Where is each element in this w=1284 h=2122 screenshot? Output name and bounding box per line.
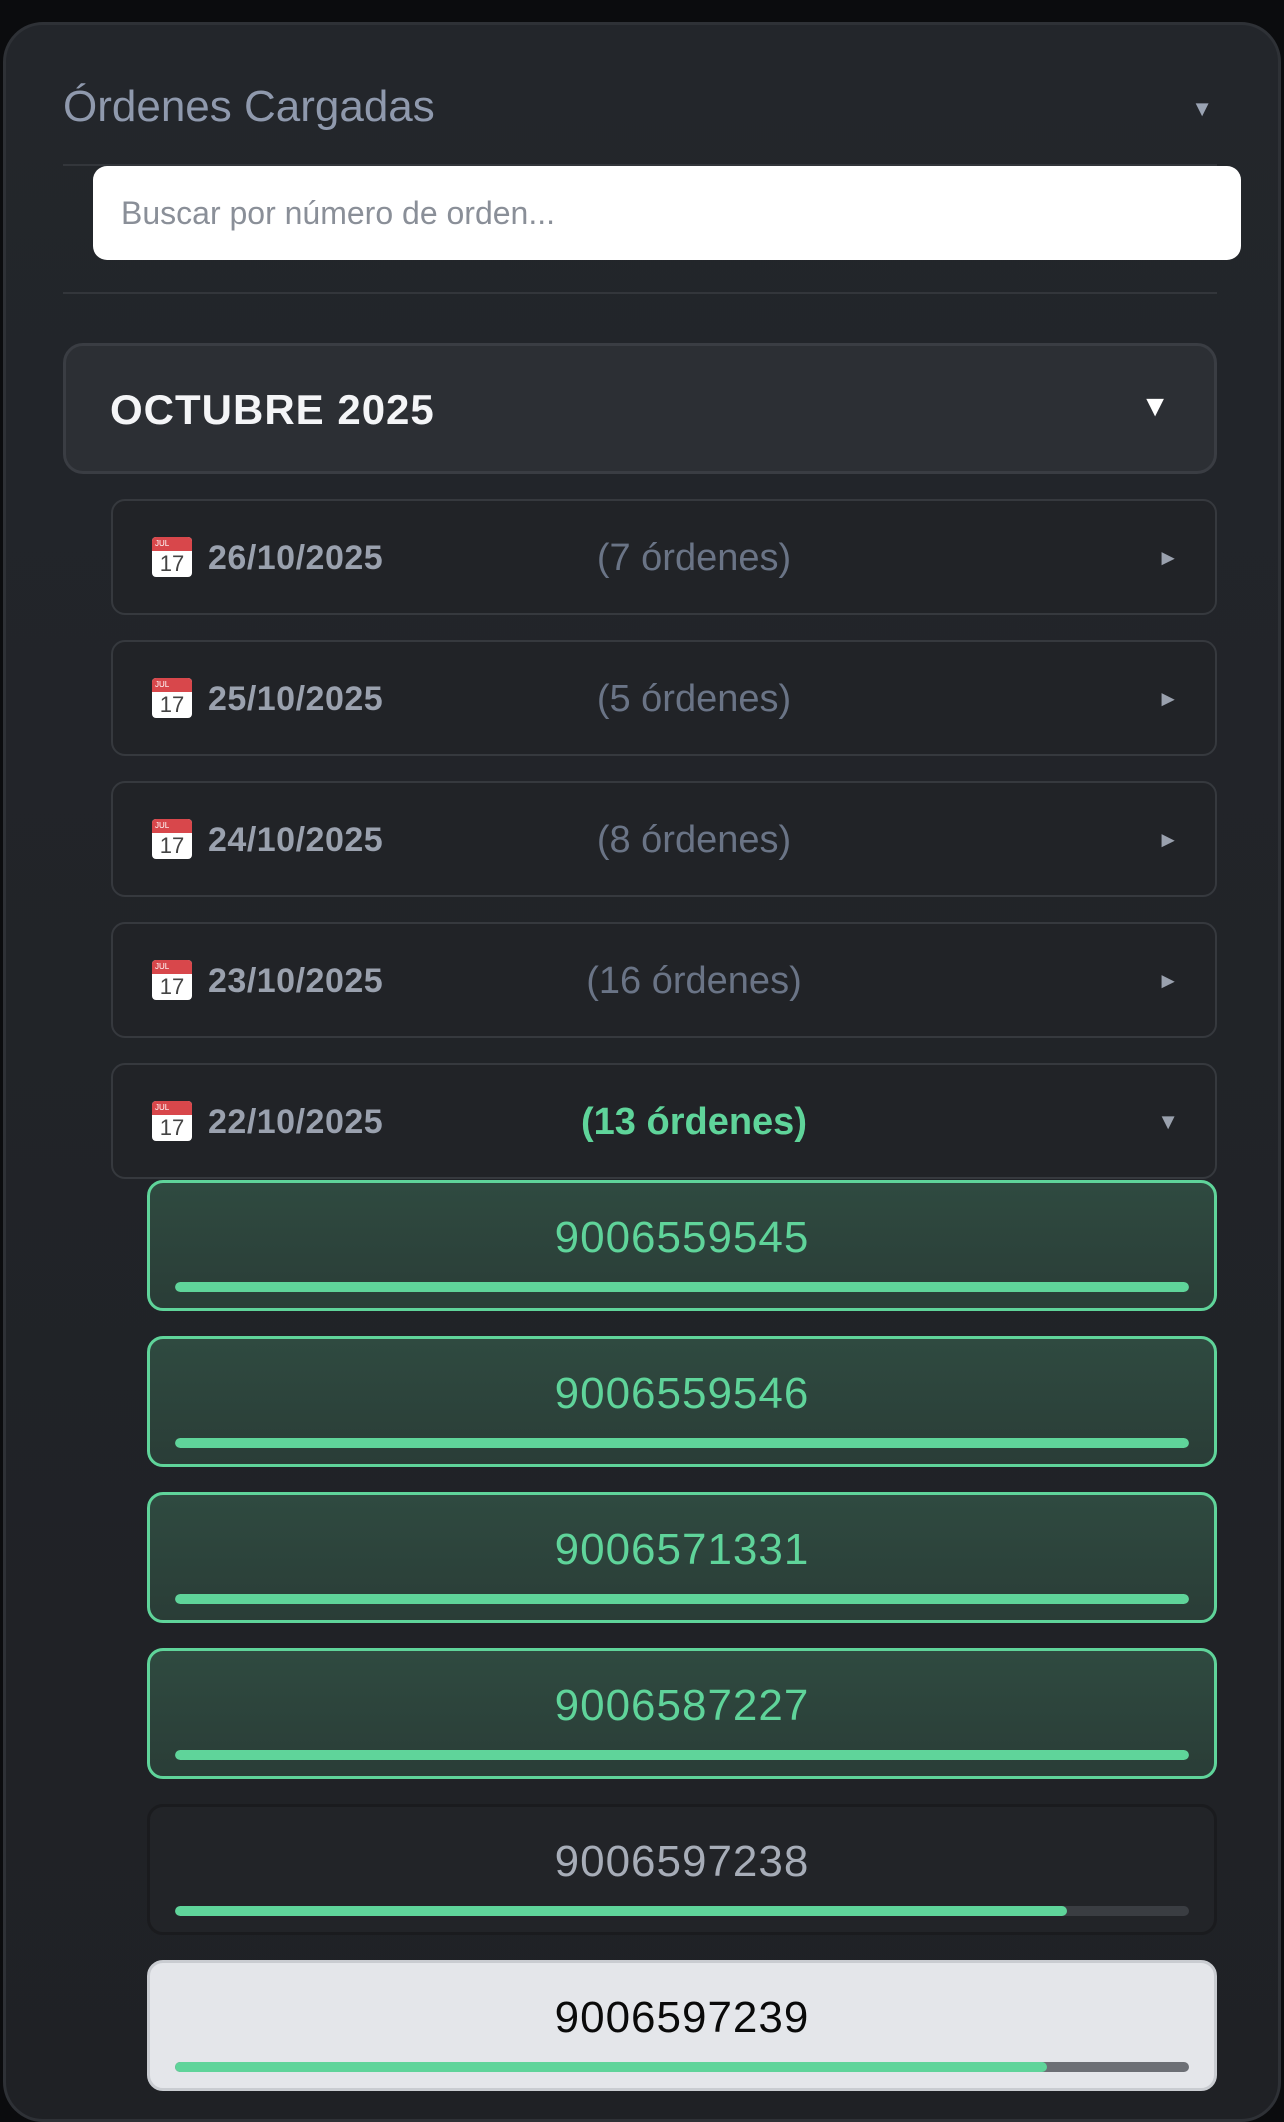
order-number: 9006559546	[554, 1369, 810, 1418]
order-item[interactable]: 9006571331	[147, 1492, 1217, 1623]
day-row[interactable]: JUL 17 26/10/2025 (7 órdenes) ►	[111, 499, 1217, 615]
order-number: 9006597238	[554, 1837, 810, 1886]
order-progress-bar	[175, 1906, 1189, 1916]
order-number: 9006559545	[554, 1213, 810, 1262]
day-order-count: (5 órdenes)	[596, 678, 792, 720]
chevron-right-icon: ►	[1157, 827, 1179, 852]
order-number: 9006571331	[554, 1525, 810, 1574]
day-order-count: (16 órdenes)	[586, 960, 802, 1002]
order-number: 9006597239	[554, 1993, 810, 2042]
day-row[interactable]: JUL 17 23/10/2025 (16 órdenes) ►	[111, 922, 1217, 1038]
day-row-expanded[interactable]: JUL 17 22/10/2025 (13 órdenes) ▼	[111, 1063, 1217, 1179]
order-progress-bar	[175, 1750, 1189, 1760]
orders-header[interactable]: Órdenes Cargadas ▼	[63, 60, 1217, 166]
collapse-toggle-icon[interactable]: ▼	[1191, 96, 1213, 122]
order-progress-bar	[175, 1282, 1189, 1292]
day-order-count: (13 órdenes)	[581, 1101, 807, 1143]
order-number: 9006587227	[554, 1681, 810, 1730]
day-row[interactable]: JUL 17 25/10/2025 (5 órdenes) ►	[111, 640, 1217, 756]
order-progress-bar	[175, 1438, 1189, 1448]
order-item[interactable]: 9006559545	[147, 1180, 1217, 1311]
order-progress-bar	[175, 2062, 1189, 2072]
day-order-count: (7 órdenes)	[596, 537, 792, 579]
order-item[interactable]: 9006597238	[147, 1804, 1217, 1935]
order-item[interactable]: 9006587227	[147, 1648, 1217, 1779]
chevron-right-icon: ►	[1157, 968, 1179, 993]
page-title: Órdenes Cargadas	[63, 82, 435, 131]
chevron-down-icon: ▼	[1157, 1109, 1179, 1134]
chevron-right-icon: ►	[1157, 686, 1179, 711]
divider	[63, 292, 1217, 294]
order-item[interactable]: 9006559546	[147, 1336, 1217, 1467]
order-progress-bar	[175, 1594, 1189, 1604]
month-label: OCTUBRE 2025	[110, 386, 435, 433]
chevron-right-icon: ►	[1157, 545, 1179, 570]
day-row[interactable]: JUL 17 24/10/2025 (8 órdenes) ►	[111, 781, 1217, 897]
month-group-header[interactable]: OCTUBRE 2025 ▼	[63, 343, 1217, 474]
chevron-down-icon: ▼	[1140, 390, 1170, 423]
order-search-input[interactable]	[93, 166, 1241, 260]
day-order-count: (8 órdenes)	[596, 819, 792, 861]
order-item-selected[interactable]: 9006597239	[147, 1960, 1217, 2091]
